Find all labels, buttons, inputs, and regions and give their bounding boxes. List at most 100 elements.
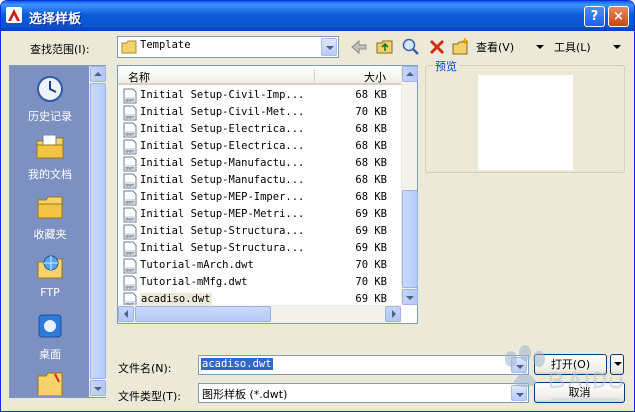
file-size: 70 KB bbox=[355, 276, 387, 288]
file-row[interactable]: DWT Tutorial-mArch.dwt 70 KB bbox=[121, 257, 399, 274]
file-size: 68 KB bbox=[355, 123, 387, 135]
window-title: 选择样板 bbox=[29, 12, 82, 27]
autocad-icon bbox=[6, 7, 22, 23]
svg-text:DWT: DWT bbox=[126, 285, 135, 289]
file-row[interactable]: DWT Initial Setup-Manufactu... 68 KB bbox=[121, 155, 399, 172]
file-row[interactable]: DWT Initial Setup-Civil-Imp... 68 KB bbox=[121, 87, 399, 104]
dwt-file-icon: DWT bbox=[123, 88, 137, 104]
filetype-label: 文件类型(T): bbox=[118, 390, 182, 403]
svg-text:DWT: DWT bbox=[126, 115, 135, 119]
dwt-file-icon: DWT bbox=[123, 105, 137, 121]
file-scroll-thumb[interactable] bbox=[402, 190, 418, 288]
folder-partial-icon[interactable] bbox=[35, 370, 65, 396]
file-row[interactable]: DWT Initial Setup-Structura... 69 KB bbox=[121, 240, 399, 257]
file-row[interactable]: DWT Initial Setup-Civil-Met... 70 KB bbox=[121, 104, 399, 121]
up-folder-icon[interactable] bbox=[375, 37, 395, 57]
delete-icon[interactable] bbox=[427, 37, 447, 57]
file-row[interactable]: DWT Initial Setup-MEP-Imper... 68 KB bbox=[121, 189, 399, 206]
look-in-dropdown[interactable]: Template bbox=[117, 36, 339, 58]
place-ftp[interactable]: FTP bbox=[10, 252, 90, 299]
file-row[interactable]: DWT Tutorial-mMfg.dwt 70 KB bbox=[121, 274, 399, 291]
preview-area bbox=[478, 75, 573, 170]
dwt-file-icon: DWT bbox=[123, 122, 137, 138]
file-list-vertical-scrollbar[interactable] bbox=[401, 66, 418, 305]
help-button[interactable]: ? bbox=[584, 6, 605, 27]
file-scroll-left-button[interactable] bbox=[118, 306, 134, 322]
history-icon bbox=[37, 76, 63, 102]
dwt-file-icon: DWT bbox=[123, 156, 137, 172]
file-row[interactable]: DWT Initial Setup-Electrica... 68 KB bbox=[121, 138, 399, 155]
dwt-file-icon: DWT bbox=[123, 258, 137, 274]
favorites-folder-icon bbox=[37, 196, 63, 219]
column-size-header[interactable]: 大小 bbox=[364, 69, 386, 85]
places-bar: 历史记录 我的文档 收藏夹 FTP 桌面 bbox=[9, 65, 106, 398]
baidu-watermark-logo bbox=[505, 345, 623, 400]
file-name: acadiso.dwt bbox=[140, 293, 212, 305]
file-size: 69 KB bbox=[355, 225, 387, 237]
search-web-icon[interactable] bbox=[401, 37, 421, 57]
filename-input[interactable]: acadiso.dwt bbox=[198, 355, 529, 375]
dwt-file-icon: DWT bbox=[123, 224, 137, 240]
tools-menu[interactable]: 工具(L) bbox=[554, 39, 591, 55]
file-name: Initial Setup-Civil-Imp... bbox=[140, 89, 305, 101]
file-size: 68 KB bbox=[355, 140, 387, 152]
folder-icon bbox=[121, 40, 137, 54]
filename-value: acadiso.dwt bbox=[201, 358, 273, 370]
file-size: 69 KB bbox=[355, 208, 387, 220]
file-row[interactable]: DWT Initial Setup-MEP-Metri... 69 KB bbox=[121, 206, 399, 223]
look-in-value: Template bbox=[140, 39, 191, 51]
dwt-file-icon: DWT bbox=[123, 275, 137, 291]
back-arrow-icon[interactable] bbox=[349, 37, 369, 57]
svg-text:DWT: DWT bbox=[126, 234, 135, 238]
file-name: Initial Setup-Manufactu... bbox=[140, 157, 305, 169]
file-list[interactable]: 名称 大小 DWT Initial Setup-Civil-Imp... 68 KB… bbox=[117, 65, 418, 324]
filetype-dropdown[interactable]: 图形样板 (*.dwt) bbox=[198, 383, 529, 403]
file-size: 70 KB bbox=[355, 259, 387, 271]
places-scroll-down-button[interactable] bbox=[90, 380, 106, 396]
file-list-horizontal-scrollbar[interactable] bbox=[118, 305, 401, 323]
file-size: 68 KB bbox=[355, 89, 387, 101]
place-ftp-label: FTP bbox=[40, 286, 60, 299]
tools-dropdown-arrow-icon[interactable] bbox=[613, 45, 621, 49]
views-dropdown-arrow-icon[interactable] bbox=[536, 45, 544, 49]
dwt-file-icon: DWT bbox=[123, 139, 137, 155]
dwt-file-icon: DWT bbox=[123, 173, 137, 189]
chevron-down-icon[interactable] bbox=[321, 38, 337, 56]
places-scroll-thumb[interactable] bbox=[90, 83, 106, 379]
file-scroll-right-button[interactable] bbox=[385, 306, 401, 322]
file-scroll-down-button[interactable] bbox=[402, 289, 418, 305]
svg-text:DWT: DWT bbox=[126, 98, 135, 102]
column-divider[interactable] bbox=[314, 69, 315, 82]
place-history[interactable]: 历史记录 bbox=[10, 74, 90, 124]
file-name: Initial Setup-Electrica... bbox=[140, 140, 305, 152]
place-favorites[interactable]: 收藏夹 bbox=[10, 192, 90, 242]
column-name-header[interactable]: 名称 bbox=[128, 69, 150, 85]
place-desktop-label: 桌面 bbox=[39, 348, 61, 361]
place-favorites-label: 收藏夹 bbox=[33, 228, 67, 241]
place-desktop[interactable]: 桌面 bbox=[10, 312, 90, 362]
title-bar[interactable]: 选择样板 ? × bbox=[1, 1, 634, 31]
svg-text:DWT: DWT bbox=[126, 149, 135, 153]
places-scroll-up-button[interactable] bbox=[90, 66, 106, 82]
new-folder-icon[interactable] bbox=[451, 37, 471, 57]
place-history-label: 历史记录 bbox=[28, 110, 72, 123]
svg-text:DWT: DWT bbox=[126, 200, 135, 204]
places-scrollbar[interactable] bbox=[89, 66, 106, 397]
file-row[interactable]: DWT Initial Setup-Electrica... 68 KB bbox=[121, 121, 399, 138]
my-documents-icon bbox=[36, 134, 64, 159]
file-name: Tutorial-mArch.dwt bbox=[140, 259, 254, 271]
file-row[interactable]: DWT Initial Setup-Manufactu... 68 KB bbox=[121, 172, 399, 189]
filetype-value: 图形样板 (*.dwt) bbox=[202, 388, 288, 401]
place-my-documents[interactable]: 我的文档 bbox=[10, 132, 90, 182]
close-button[interactable]: × bbox=[608, 6, 629, 27]
file-size: 70 KB bbox=[355, 106, 387, 118]
file-size: 69 KB bbox=[355, 293, 387, 305]
dwt-file-icon: DWT bbox=[123, 190, 137, 206]
file-scroll-up-button[interactable] bbox=[402, 66, 418, 82]
file-row[interactable]: DWT Initial Setup-Structura... 69 KB bbox=[121, 223, 399, 240]
file-size: 68 KB bbox=[355, 191, 387, 203]
ftp-icon bbox=[37, 255, 63, 279]
views-menu[interactable]: 查看(V) bbox=[476, 39, 514, 55]
file-hscroll-thumb[interactable] bbox=[135, 306, 271, 322]
dwt-file-icon: DWT bbox=[123, 241, 137, 257]
